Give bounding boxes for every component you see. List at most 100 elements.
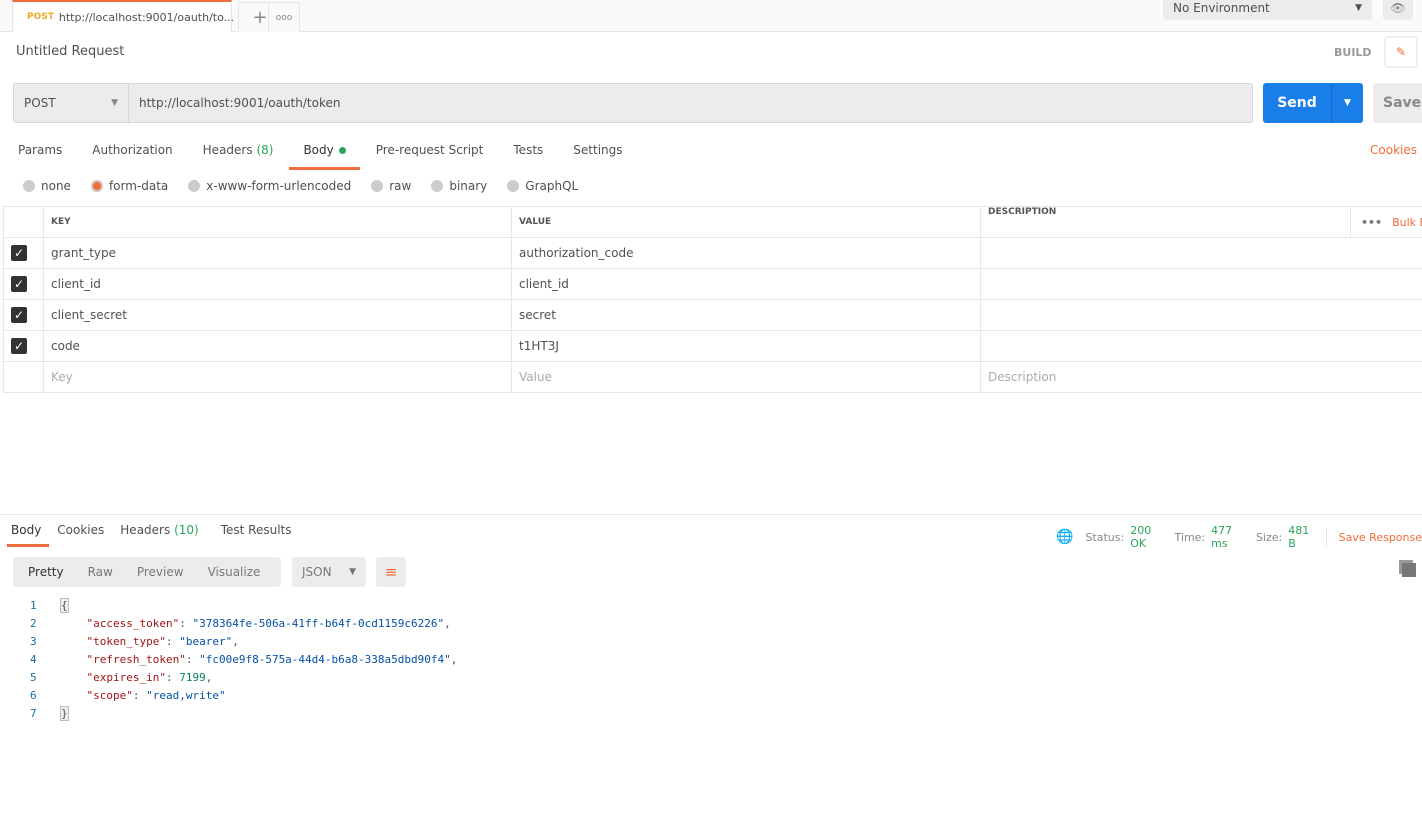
radio-label: raw (389, 179, 412, 193)
more-tabs-icon[interactable]: ooo (268, 2, 300, 32)
line-number: 6 (30, 689, 37, 702)
line-number: 4 (30, 653, 37, 666)
tab-response-cookies[interactable]: Cookies (57, 523, 104, 545)
description-header: DESCRIPTION ••• Bulk Edit (980, 206, 1422, 238)
json-key: "expires_in" (86, 671, 166, 684)
build-label: BUILD (1334, 46, 1372, 59)
description-input[interactable]: Description (980, 361, 1422, 393)
send-label: Send (1263, 83, 1332, 123)
send-button[interactable]: Send ▼ (1263, 83, 1363, 123)
tab-tests[interactable]: Tests (513, 142, 543, 164)
tab-body[interactable]: Body (289, 142, 361, 170)
tab-prerequest-script[interactable]: Pre-request Script (376, 142, 484, 164)
code-line: 3 "token_type": "bearer", (30, 633, 457, 651)
wrap-lines-icon[interactable]: ≡ (376, 557, 406, 587)
value-cell[interactable]: client_id (511, 268, 981, 300)
tab-test-results[interactable]: Test Results (221, 523, 292, 545)
key-cell[interactable]: client_secret (43, 299, 512, 331)
chevron-down-icon: ▼ (349, 567, 356, 577)
value-cell[interactable]: secret (511, 299, 981, 331)
radio-raw[interactable]: raw (371, 179, 411, 193)
tab-label: http://localhost:9001/oauth/to... (58, 10, 235, 24)
send-dropdown-icon[interactable]: ▼ (1332, 98, 1363, 108)
status-value: 200 OK (1130, 524, 1152, 550)
copy-icon[interactable] (1402, 563, 1416, 577)
format-raw[interactable]: Raw (88, 565, 113, 579)
method-value: POST (24, 96, 56, 110)
description-cell[interactable] (980, 330, 1422, 362)
value-input[interactable]: Value (511, 361, 981, 393)
code-line: 1{ (30, 597, 457, 615)
value-cell[interactable]: authorization_code (511, 237, 981, 269)
radio-icon (188, 180, 201, 192)
json-value: 7199 (179, 671, 206, 684)
checkbox-checked-icon[interactable]: ✓ (11, 276, 27, 292)
save-button[interactable]: Save (1373, 83, 1422, 123)
response-body-code: 1{ 2 "access_token": "378364fe-506a-41ff… (30, 597, 457, 723)
checkbox-checked-icon[interactable]: ✓ (11, 307, 27, 323)
more-icon[interactable]: ••• (1361, 216, 1382, 229)
line-number: 5 (30, 671, 37, 684)
json-value: "fc00e9f8-575a-44d4-b6a8-338a5dbd90f4" (199, 653, 451, 666)
form-data-table: KEY VALUE DESCRIPTION ••• Bulk Edit ✓ grant… (3, 206, 1422, 393)
tab-settings[interactable]: Settings (573, 142, 622, 164)
json-key: "scope" (86, 689, 133, 702)
value-header: VALUE (511, 206, 981, 238)
checkbox-checked-icon[interactable]: ✓ (11, 245, 27, 261)
size-value: 481 B (1288, 524, 1310, 550)
radio-urlencoded[interactable]: x-www-form-urlencoded (188, 179, 351, 193)
radio-none[interactable]: none (23, 179, 71, 193)
code-line: 5 "expires_in": 7199, (30, 669, 457, 687)
format-visualize[interactable]: Visualize (208, 565, 261, 579)
save-response-button[interactable]: Save Response (1339, 531, 1422, 544)
request-tab[interactable]: POST http://localhost:9001/oauth/to... (12, 0, 235, 32)
json-value: "bearer" (179, 635, 233, 648)
radio-binary[interactable]: binary (431, 179, 487, 193)
line-number: 3 (30, 635, 37, 648)
eye-icon[interactable]: 👁 (1383, 0, 1413, 20)
pencil-icon[interactable]: ✎ (1384, 36, 1418, 68)
description-cell[interactable] (980, 237, 1422, 269)
cookies-link[interactable]: Cookies (1370, 143, 1417, 157)
new-row: Key Value Description (3, 361, 1422, 393)
table-row: ✓ code t1HT3J (3, 330, 1422, 362)
brace: } (60, 706, 69, 721)
table-row: ✓ client_id client_id (3, 268, 1422, 300)
key-cell[interactable]: grant_type (43, 237, 512, 269)
code-line: 7} (30, 705, 457, 723)
tab-label: Body (303, 143, 334, 157)
json-value: "378364fe-506a-41ff-b64f-0cd1159c6226" (192, 617, 445, 630)
radio-form-data[interactable]: form-data (90, 179, 168, 193)
key-input[interactable]: Key (43, 361, 512, 393)
url-input[interactable]: http://localhost:9001/oauth/token (129, 96, 340, 110)
tab-params[interactable]: Params (18, 142, 62, 164)
method-select[interactable]: POST ▼ (14, 84, 129, 122)
value-cell[interactable]: t1HT3J (511, 330, 981, 362)
format-tabs: Pretty Raw Preview Visualize (13, 557, 281, 587)
response-divider (0, 514, 1422, 515)
size-label: Size: (1255, 530, 1283, 544)
format-preview[interactable]: Preview (137, 565, 184, 579)
request-tabs: Params Authorization Headers (8) Body Pr… (18, 142, 653, 170)
tab-authorization[interactable]: Authorization (92, 142, 172, 164)
tab-response-headers[interactable]: Headers (10) (120, 523, 198, 545)
tab-response-body[interactable]: Body (6, 523, 50, 547)
radio-label: x-www-form-urlencoded (206, 179, 352, 193)
description-cell[interactable] (980, 299, 1422, 331)
radio-graphql[interactable]: GraphQL (507, 179, 578, 193)
checkbox-column (3, 206, 44, 238)
description-cell[interactable] (980, 268, 1422, 300)
key-header: KEY (43, 206, 512, 238)
tab-headers[interactable]: Headers (8) (203, 142, 274, 164)
key-cell[interactable]: client_id (43, 268, 512, 300)
checkbox-checked-icon[interactable]: ✓ (11, 338, 27, 354)
globe-icon[interactable]: 🌐 (1056, 529, 1073, 545)
json-value: "read,write" (146, 689, 226, 702)
description-label: DESCRIPTION (988, 207, 1057, 217)
language-select[interactable]: JSON ▼ (292, 557, 366, 587)
table-header: KEY VALUE DESCRIPTION ••• Bulk Edit (3, 206, 1422, 238)
bulk-edit-link[interactable]: Bulk Edit (1392, 216, 1422, 229)
format-pretty[interactable]: Pretty (28, 565, 64, 579)
key-cell[interactable]: code (43, 330, 512, 362)
environment-select[interactable]: No Environment ▼ (1163, 0, 1372, 20)
